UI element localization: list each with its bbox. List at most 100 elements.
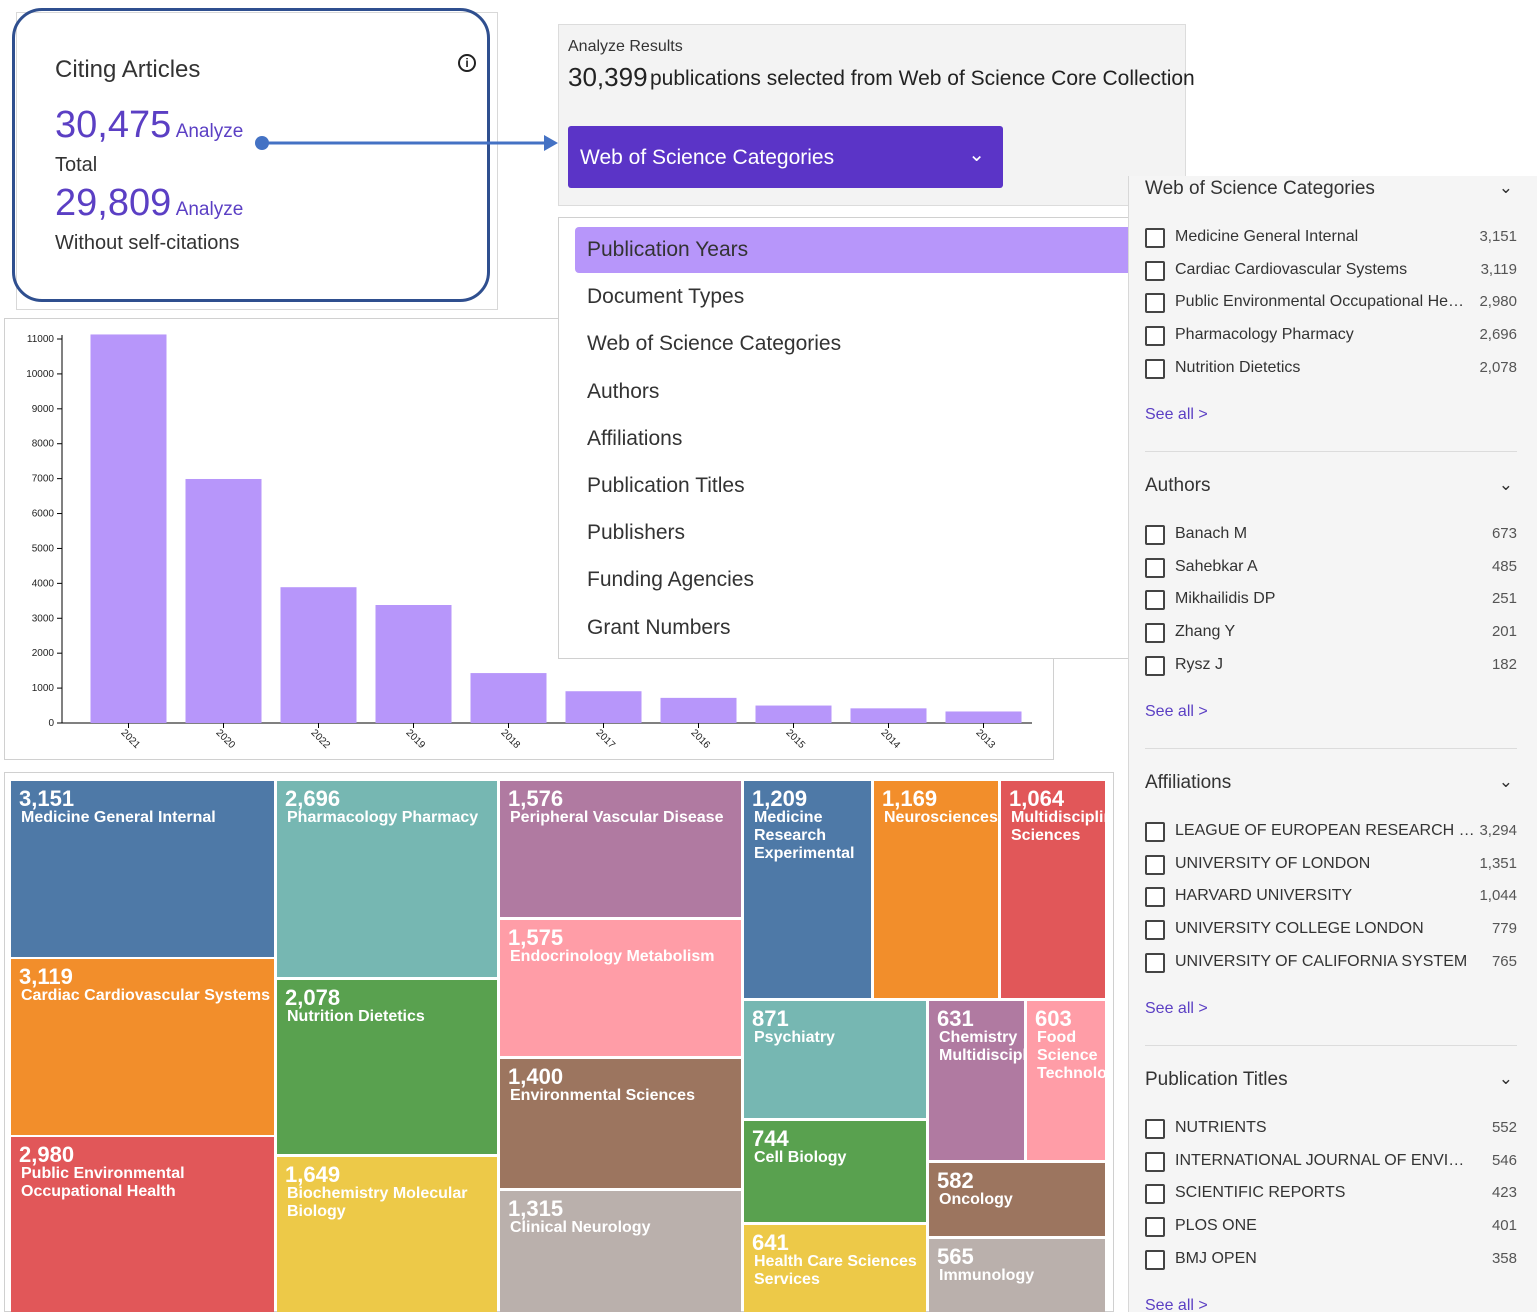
checkbox-icon[interactable] (1145, 1151, 1165, 1172)
filter-option[interactable]: Zhang Y 201 (1145, 623, 1517, 645)
filter-option-count: 765 (1491, 952, 1517, 970)
checkbox-icon[interactable] (1145, 920, 1165, 941)
treemap-tile[interactable]: 565 Immunology (929, 1239, 1105, 1312)
treemap-tile[interactable]: 2,980 Public Environmental Occupational H… (11, 1137, 274, 1312)
treemap-tile[interactable]: 1,064Multidisciplinary Sciences (1001, 781, 1105, 998)
treemap-tile[interactable]: 3,119 Cardiac Cardiovascular Systems (11, 959, 274, 1135)
see-all-link[interactable]: See all > (1145, 406, 1208, 424)
checkbox-icon[interactable] (1145, 326, 1165, 347)
filter-option[interactable]: PLOS ONE 401 (1145, 1217, 1517, 1239)
self-citations: 29,809 Analyze (55, 182, 243, 225)
analyze-self-link[interactable]: Analyze (176, 199, 244, 220)
checkbox-icon[interactable] (1145, 557, 1165, 578)
treemap-tile[interactable]: 1,315 Clinical Neurology (500, 1191, 741, 1312)
treemap-tile[interactable]: 2,078 Nutrition Dietetics (277, 980, 497, 1154)
treemap-tile[interactable]: 744 Cell Biology (744, 1121, 926, 1222)
dropdown-option[interactable]: Affiliations (575, 416, 1135, 462)
filter-option[interactable]: BMJ OPEN 358 (1145, 1249, 1517, 1272)
checkbox-icon[interactable] (1145, 525, 1165, 545)
checkbox-icon[interactable] (1145, 260, 1165, 281)
checkbox-icon[interactable] (1145, 228, 1165, 248)
treemap-tile[interactable]: 631Chemistry Multidisciplinary (929, 1001, 1024, 1160)
bar-2014 (850, 708, 927, 723)
filter-option[interactable]: SCIENTIFIC REPORTS 423 (1145, 1184, 1517, 1206)
treemap-tile[interactable]: 1,169 Neurosciences (874, 781, 998, 998)
treemap-tile-value: 641 (752, 1230, 789, 1255)
treemap-tile[interactable]: 603Food Science Technology (1027, 1001, 1105, 1160)
dropdown-option[interactable]: Authors (575, 369, 1135, 415)
filter-option[interactable]: Nutrition Dietetics 2,078 (1145, 358, 1517, 381)
filter-option[interactable]: UNIVERSITY COLLEGE LONDON 779 (1145, 920, 1517, 942)
filter-option[interactable]: Sahebkar A 485 (1145, 557, 1517, 580)
see-all-link[interactable]: See all > (1145, 1000, 1208, 1018)
filter-option-count: 401 (1491, 1217, 1517, 1235)
chevron-down-icon[interactable]: ⌄ (1499, 772, 1513, 792)
checkbox-icon[interactable] (1145, 590, 1165, 611)
filter-option[interactable]: INTERNATIONAL JOURNAL OF ENVIRON… 546 (1145, 1151, 1517, 1174)
dropdown-option[interactable]: Publication Titles (575, 463, 1135, 509)
checkbox-icon[interactable] (1145, 1119, 1165, 1139)
treemap-tile[interactable]: 2,696 Pharmacology Pharmacy (277, 781, 497, 977)
analyze-field-dropdown: Publication Years Document Types Web of Sc… (558, 217, 1158, 659)
filter-option[interactable]: UNIVERSITY OF CALIFORNIA SYSTEM 765 (1145, 952, 1517, 975)
filter-option-count: 485 (1491, 557, 1517, 575)
checkbox-icon[interactable] (1145, 623, 1165, 644)
treemap-tile[interactable]: 3,151 Medicine General Internal (11, 781, 274, 957)
see-all-link[interactable]: See all > (1145, 703, 1208, 721)
checkbox-icon[interactable] (1145, 952, 1165, 973)
y-tick-label: 4000 (32, 578, 55, 589)
total-citations-value: 30,475 (55, 104, 172, 146)
filter-option[interactable]: UNIVERSITY OF LONDON 1,351 (1145, 854, 1517, 877)
dropdown-option[interactable]: Publication Years (575, 227, 1135, 273)
chevron-down-icon[interactable]: ⌄ (1499, 178, 1513, 198)
filter-option[interactable]: NUTRIENTS 552 (1145, 1119, 1517, 1141)
filter-option[interactable]: LEAGUE OF EUROPEAN RESEARCH UNI… 3,294 (1145, 822, 1517, 844)
filter-option[interactable]: Banach M 673 (1145, 525, 1517, 547)
checkbox-icon[interactable] (1145, 1184, 1165, 1205)
treemap-tile[interactable]: 1,649 Biochemistry Molecular Biology (277, 1157, 497, 1312)
filter-option-count: 2,078 (1479, 358, 1517, 376)
treemap-tile-value: 744 (752, 1126, 789, 1151)
treemap-tile-value: 603 (1035, 1006, 1072, 1031)
checkbox-icon[interactable] (1145, 822, 1165, 842)
filter-option[interactable]: Rysz J 182 (1145, 655, 1517, 678)
treemap-tile[interactable]: 1,400 Environmental Sciences (500, 1059, 741, 1188)
analyze-field-select[interactable]: Web of Science Categories ⌄ (568, 126, 1003, 188)
analyze-total-link[interactable]: Analyze (176, 121, 244, 142)
treemap-tile[interactable]: 871 Psychiatry (744, 1001, 926, 1118)
dropdown-option[interactable]: Web of Science Categories (575, 321, 1135, 367)
bar-2013 (945, 711, 1022, 723)
treemap-tile-value: 2,696 (285, 786, 341, 811)
filter-option[interactable]: HARVARD UNIVERSITY 1,044 (1145, 887, 1517, 909)
y-tick-label: 2000 (32, 648, 55, 659)
checkbox-icon[interactable] (1145, 293, 1165, 314)
filter-option[interactable]: Cardiac Cardiovascular Systems 3,119 (1145, 260, 1517, 283)
filter-option[interactable]: Medicine General Internal 3,151 (1145, 228, 1517, 250)
info-icon[interactable]: i (458, 54, 476, 72)
filter-option-count: 2,980 (1479, 293, 1517, 311)
dropdown-option[interactable]: Funding Agencies (575, 557, 1135, 603)
checkbox-icon[interactable] (1145, 655, 1165, 676)
filter-option[interactable]: Pharmacology Pharmacy 2,696 (1145, 326, 1517, 348)
dropdown-option[interactable]: Publishers (575, 510, 1135, 556)
filter-option-label: Nutrition Dietetics (1175, 358, 1301, 376)
dropdown-option[interactable]: Grant Numbers (575, 605, 1135, 651)
checkbox-icon[interactable] (1145, 854, 1165, 875)
filter-option-label: HARVARD UNIVERSITY (1175, 887, 1353, 905)
treemap-tile[interactable]: 641 Health Care Sciences Services (744, 1225, 926, 1312)
checkbox-icon[interactable] (1145, 1249, 1165, 1270)
checkbox-icon[interactable] (1145, 887, 1165, 908)
see-all-link[interactable]: See all > (1145, 1297, 1208, 1315)
filter-option[interactable]: Mikhailidis DP 251 (1145, 590, 1517, 612)
chevron-down-icon[interactable]: ⌄ (1499, 475, 1513, 495)
treemap-tile[interactable]: 1,576 Peripheral Vascular Disease (500, 781, 741, 917)
checkbox-icon[interactable] (1145, 358, 1165, 379)
checkbox-icon[interactable] (1145, 1217, 1165, 1238)
chevron-down-icon[interactable]: ⌄ (1499, 1069, 1513, 1089)
treemap-tile[interactable]: 1,575 Endocrinology Metabolism (500, 920, 741, 1056)
filter-option[interactable]: Public Environmental Occupational He… 2,9… (1145, 293, 1517, 315)
treemap-tile[interactable]: 582 Oncology (929, 1163, 1105, 1236)
treemap-tile[interactable]: 1,209 Medicine Research Experimental (744, 781, 871, 998)
dropdown-option[interactable]: Document Types (575, 274, 1135, 320)
filter-option-count: 423 (1491, 1184, 1517, 1202)
